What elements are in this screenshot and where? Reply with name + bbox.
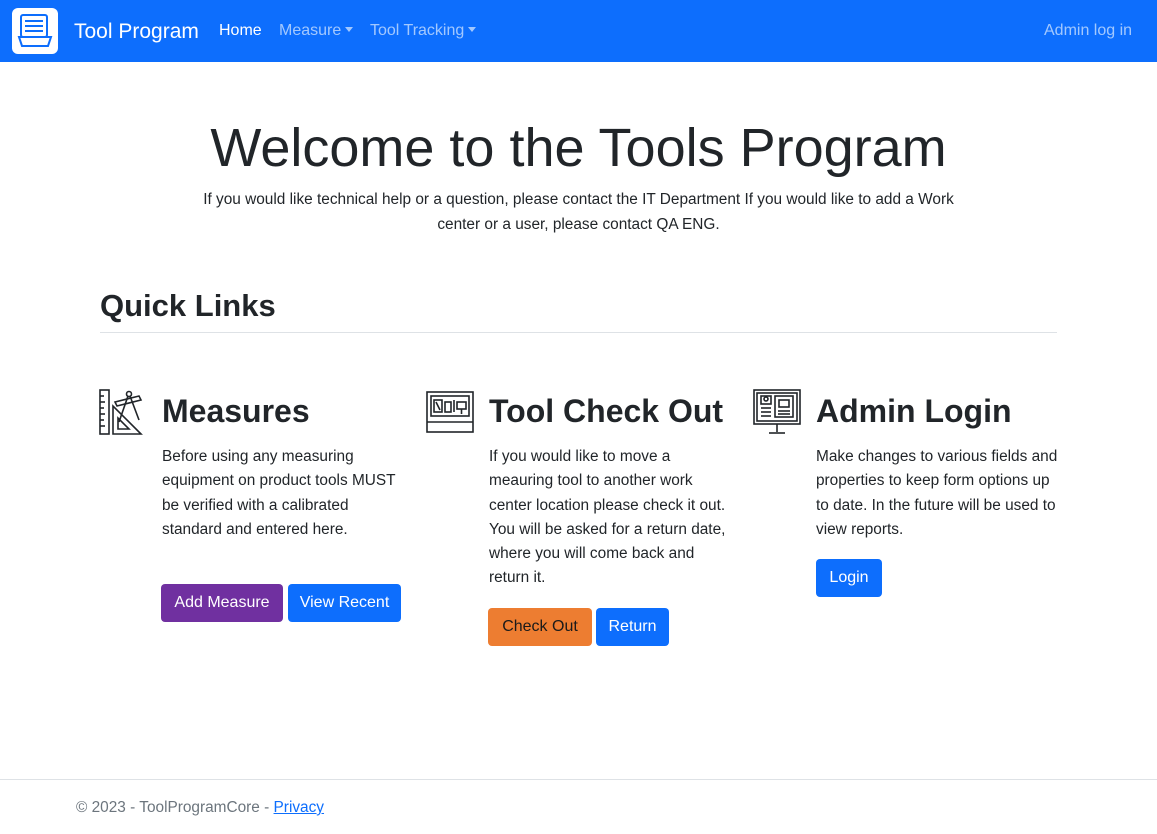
monitor-dashboard-icon [753, 388, 801, 436]
footer-copyright: © 2023 - ToolProgramCore - [76, 799, 274, 816]
card-title-admin-login: Admin Login [816, 393, 1012, 429]
add-measure-button[interactable]: Add Measure [161, 584, 283, 622]
check-out-button[interactable]: Check Out [488, 608, 592, 646]
nav-admin-login[interactable]: Admin log in [1044, 21, 1132, 41]
card-text-admin-login: Make changes to various fields and prope… [816, 448, 1058, 538]
card-title-tool-check-out: Tool Check Out [489, 393, 724, 429]
view-recent-button[interactable]: View Recent [288, 584, 401, 622]
top-navbar: Tool Program Home Measure Tool Tracking … [0, 0, 1157, 62]
return-button[interactable]: Return [596, 608, 669, 646]
brand-title[interactable]: Tool Program [74, 19, 199, 45]
page-title: Welcome to the Tools Program [210, 118, 947, 178]
nav-measure-label: Measure [279, 22, 342, 39]
footer: © 2023 - ToolProgramCore - Privacy [76, 797, 324, 819]
ruler-compass-icon [99, 388, 147, 436]
card-text-tool-check-out: If you would like to move a meauring too… [489, 448, 726, 587]
nav-tool-tracking-label: Tool Tracking [370, 22, 465, 39]
footer-divider [0, 779, 1157, 780]
chevron-down-icon [468, 27, 477, 32]
login-button[interactable]: Login [816, 559, 882, 597]
chevron-down-icon [345, 27, 354, 32]
nav-tool-tracking-dropdown[interactable]: Tool Tracking [370, 21, 477, 41]
privacy-link[interactable]: Privacy [274, 799, 324, 816]
nav-measure-dropdown[interactable]: Measure [279, 21, 354, 41]
quick-links-heading: Quick Links [100, 288, 276, 323]
card-text-measures: Before using any measuring equipment on … [162, 448, 396, 538]
card-title-measures: Measures [162, 393, 310, 429]
hero-description: If you would like technical help or a qu… [203, 191, 954, 233]
divider [100, 332, 1057, 333]
nav-home[interactable]: Home [219, 21, 262, 41]
toolbox-icon [426, 388, 474, 436]
toolbox-icon[interactable] [12, 8, 58, 54]
